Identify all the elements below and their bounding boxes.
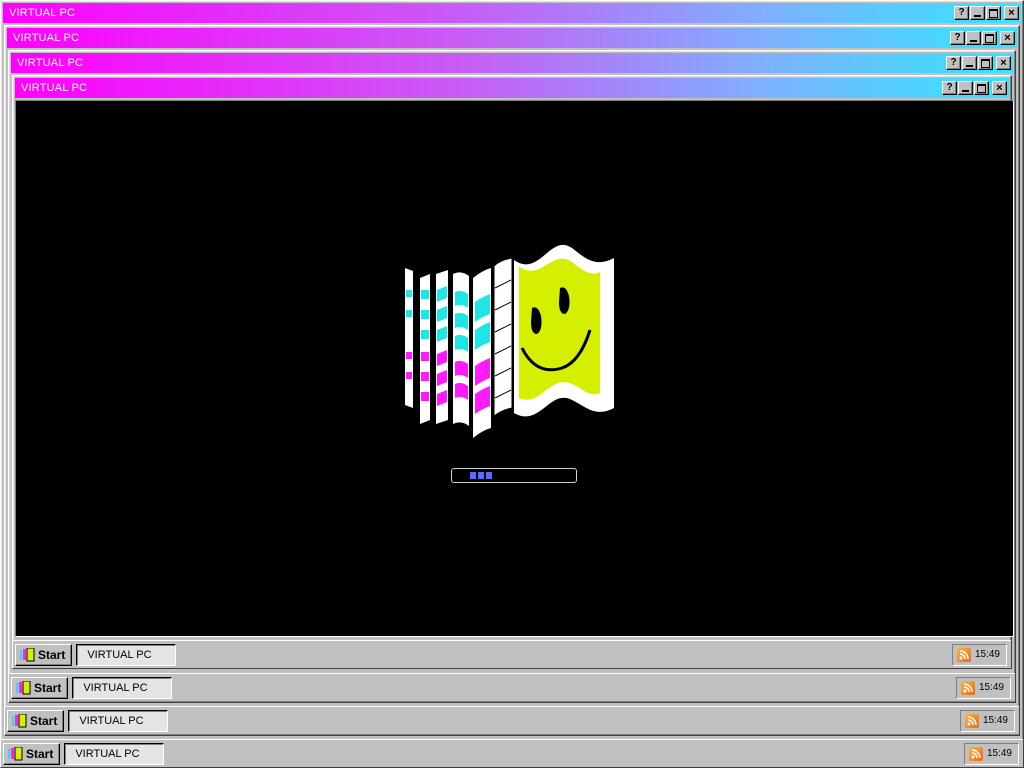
minimize-button[interactable]: [970, 6, 985, 20]
system-tray: 15:49: [963, 742, 1019, 765]
taskbar-button-virtual-pc[interactable]: VIRTUAL PC: [76, 643, 177, 666]
maximize-icon: [977, 83, 986, 93]
close-button[interactable]: ×: [992, 81, 1007, 95]
title-buttons: ? ×: [954, 6, 1021, 20]
task-label: VIRTUAL PC: [79, 714, 144, 727]
logo-strip-5: [473, 268, 491, 438]
logo-strip-3: [436, 270, 448, 424]
help-button[interactable]: ?: [954, 6, 969, 20]
window-title: VIRTUAL PC: [9, 7, 76, 19]
window-title: VIRTUAL PC: [13, 32, 80, 44]
smiley-flag: [514, 244, 614, 417]
maximize-button[interactable]: [982, 31, 997, 45]
title-buttons: ? ×: [946, 56, 1013, 70]
window-titlebar[interactable]: VIRTUAL PC ? ×: [3, 3, 1021, 23]
system-tray: 15:49: [955, 676, 1011, 699]
logo-strip-2: [420, 274, 430, 424]
close-button[interactable]: ×: [1000, 31, 1015, 45]
minimize-icon: [962, 90, 969, 92]
windows-flag-icon: [20, 647, 35, 661]
maximize-button[interactable]: [974, 81, 989, 95]
minimize-icon: [966, 65, 973, 67]
start-label: Start: [34, 680, 62, 695]
windows-flag-icon: [16, 680, 31, 694]
system-tray: 15:49: [951, 643, 1007, 666]
close-icon: ×: [1004, 31, 1011, 44]
maximize-button[interactable]: [986, 6, 1001, 20]
window-title: VIRTUAL PC: [21, 82, 88, 94]
boot-progress-fill: [470, 472, 492, 479]
minimize-icon: [970, 40, 977, 42]
progress-block: [486, 472, 492, 479]
windows-flag-icon: [8, 746, 23, 760]
start-label: Start: [38, 647, 66, 662]
logo-strip-4: [453, 272, 469, 426]
close-icon: ×: [996, 81, 1003, 94]
help-button[interactable]: ?: [950, 31, 965, 45]
window-title: VIRTUAL PC: [17, 57, 84, 69]
minimize-button[interactable]: [966, 31, 981, 45]
help-button[interactable]: ?: [946, 56, 961, 70]
taskbar-button-virtual-pc[interactable]: VIRTUAL PC: [64, 742, 165, 765]
minimize-icon: [974, 15, 981, 17]
taskbar-4: Start VIRTUAL PC 15:49: [13, 640, 1011, 668]
maximize-icon: [985, 33, 994, 43]
minimize-button[interactable]: [962, 56, 977, 70]
maximize-icon: [989, 8, 998, 18]
clock[interactable]: 15:49: [979, 682, 1004, 693]
close-button[interactable]: ×: [996, 56, 1011, 70]
boot-logo: [405, 244, 614, 438]
clock[interactable]: 15:49: [987, 748, 1012, 759]
close-icon: ×: [1008, 6, 1015, 19]
start-label: Start: [30, 713, 58, 728]
taskbar-1: Start VIRTUAL PC 15:49: [1, 739, 1023, 767]
start-button[interactable]: Start: [15, 643, 73, 666]
taskbar-button-virtual-pc[interactable]: VIRTUAL PC: [72, 676, 173, 699]
rss-feed-icon[interactable]: [968, 746, 983, 761]
window-titlebar[interactable]: VIRTUAL PC ? ×: [7, 28, 1017, 48]
minimize-button[interactable]: [958, 81, 973, 95]
taskbar-button-virtual-pc[interactable]: VIRTUAL PC: [68, 709, 169, 732]
rss-feed-icon[interactable]: [960, 680, 975, 695]
clock[interactable]: 15:49: [975, 649, 1000, 660]
progress-block: [470, 472, 476, 479]
help-button[interactable]: ?: [942, 81, 957, 95]
logo-strip-1: [405, 268, 413, 408]
start-button[interactable]: Start: [7, 709, 65, 732]
start-button[interactable]: Start: [11, 676, 69, 699]
system-tray: 15:49: [959, 709, 1015, 732]
clock[interactable]: 15:49: [983, 715, 1008, 726]
title-buttons: ? ×: [950, 31, 1017, 45]
task-label: VIRTUAL PC: [83, 681, 148, 694]
task-label: VIRTUAL PC: [87, 648, 152, 661]
title-buttons: ? ×: [942, 81, 1009, 95]
start-button[interactable]: Start: [3, 742, 61, 765]
rss-feed-icon[interactable]: [964, 713, 979, 728]
rss-feed-icon[interactable]: [956, 647, 971, 662]
start-label: Start: [26, 746, 54, 761]
logo-strip-6: [493, 257, 513, 417]
window-titlebar[interactable]: VIRTUAL PC ? ×: [11, 53, 1013, 73]
windows-flag-icon: [12, 713, 27, 727]
taskbar-2: Start VIRTUAL PC 15:49: [5, 706, 1019, 734]
maximize-icon: [981, 58, 990, 68]
boot-progress-bar: [451, 468, 577, 483]
close-button[interactable]: ×: [1004, 6, 1019, 20]
maximize-button[interactable]: [978, 56, 993, 70]
progress-block: [478, 472, 484, 479]
task-label: VIRTUAL PC: [75, 747, 140, 760]
taskbar-3: Start VIRTUAL PC 15:49: [9, 673, 1015, 701]
window-titlebar[interactable]: VIRTUAL PC ? ×: [15, 78, 1009, 98]
close-icon: ×: [1000, 56, 1007, 69]
